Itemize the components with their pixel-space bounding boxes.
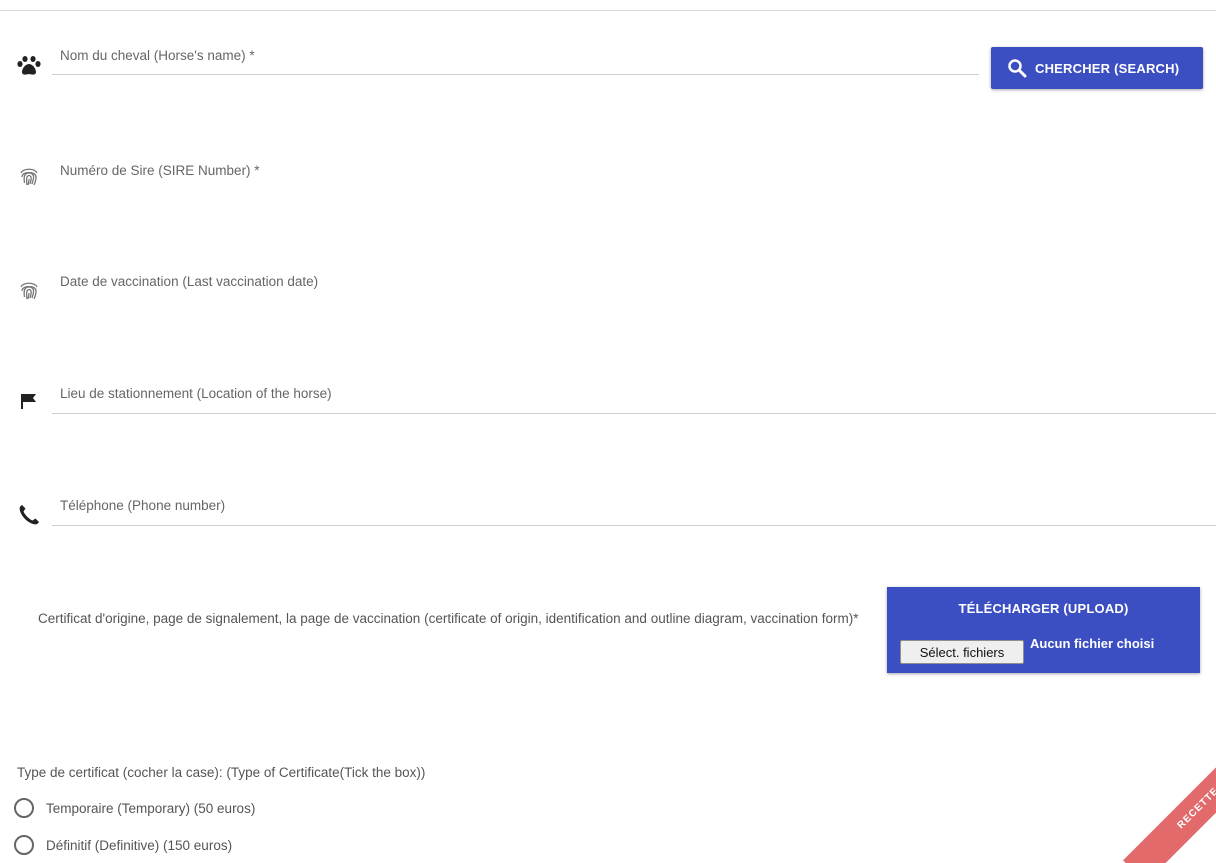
search-button-label: CHERCHER (SEARCH) [1035, 60, 1180, 76]
radio-temporary-label: Temporaire (Temporary) (50 euros) [46, 800, 256, 816]
phone-field[interactable]: Téléphone (Phone number) [52, 490, 1216, 526]
search-icon [1007, 58, 1027, 78]
sire-number-input[interactable] [52, 179, 1216, 189]
sire-number-field[interactable]: Numéro de Sire (SIRE Number) * [52, 155, 1216, 190]
fingerprint-icon [16, 163, 42, 189]
radio-definitive-label: Définitif (Definitive) (150 euros) [46, 837, 233, 853]
phone-icon [16, 502, 42, 528]
environment-ribbon-label: RECETTE [1123, 740, 1216, 863]
environment-ribbon: RECETTE [1080, 740, 1216, 863]
radio-circle[interactable] [14, 835, 34, 855]
location-input[interactable] [52, 402, 1216, 412]
location-underline [52, 413, 1216, 414]
location-label: Lieu de stationnement (Location of the h… [60, 386, 332, 401]
horse-name-field[interactable]: Nom du cheval (Horse's name) * [52, 40, 979, 75]
certificate-description: Certificat d'origine, page de signalemen… [38, 611, 859, 626]
file-status: Aucun fichier choisi [1030, 636, 1155, 651]
upload-title: TÉLÉCHARGER (UPLOAD) [958, 601, 1129, 616]
phone-underline [52, 525, 1216, 526]
select-files-button[interactable]: Sélect. fichiers [900, 640, 1024, 664]
horse-name-label: Nom du cheval (Horse's name) * [60, 48, 255, 63]
flag-icon [16, 389, 42, 415]
vaccination-date-label: Date de vaccination (Last vaccination da… [60, 274, 319, 289]
radio-temporary[interactable]: Temporaire (Temporary) (50 euros) [14, 798, 255, 818]
fingerprint-icon [16, 277, 42, 303]
vaccination-date-field[interactable]: Date de vaccination (Last vaccination da… [52, 267, 1216, 302]
horse-name-input[interactable] [52, 64, 979, 74]
certificate-type-label: Type de certificat (cocher la case): (Ty… [17, 765, 426, 780]
radio-circle[interactable] [14, 798, 34, 818]
sire-number-label: Numéro de Sire (SIRE Number) * [60, 163, 260, 178]
search-button[interactable]: CHERCHER (SEARCH) [991, 47, 1203, 89]
phone-input[interactable] [52, 514, 1216, 524]
radio-definitive[interactable]: Définitif (Definitive) (150 euros) [14, 835, 232, 855]
location-field[interactable]: Lieu de stationnement (Location of the h… [52, 378, 1216, 414]
paw-icon [16, 52, 42, 78]
top-divider [0, 10, 1216, 11]
phone-label: Téléphone (Phone number) [60, 498, 226, 513]
horse-name-underline [52, 74, 979, 75]
vaccination-date-input[interactable] [52, 291, 1216, 301]
